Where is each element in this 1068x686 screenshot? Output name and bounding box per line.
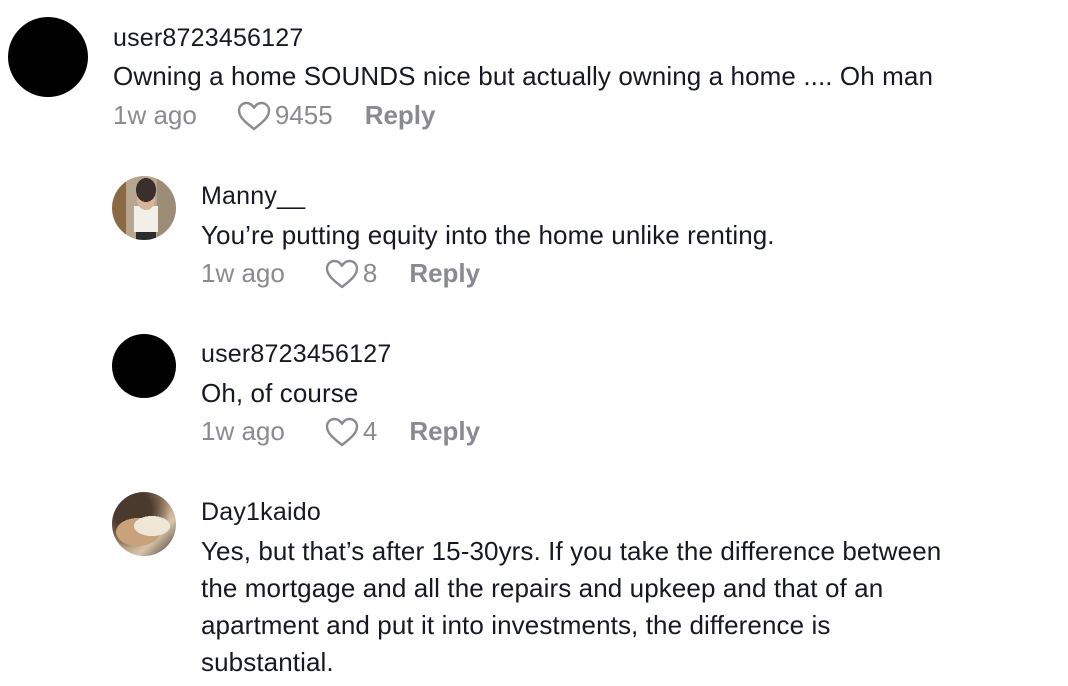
like-count: 4 [362,416,378,446]
comment-text: Oh, of course [201,378,359,408]
comment-text-line: the mortgage and all the repairs and upk… [201,573,884,603]
avatar[interactable] [112,176,176,240]
comment-time: 1w ago [201,258,285,288]
comment-meta: 1w ago 8 Reply [201,258,480,289]
comment-username[interactable]: user8723456127 [201,340,391,369]
comment-username[interactable]: Day1kaido [201,498,321,527]
avatar[interactable] [8,17,88,97]
heart-outline-icon [325,259,359,288]
comment-time: 1w ago [201,416,285,446]
comment-meta: 1w ago 9455 Reply [113,100,436,131]
comment-username[interactable]: Manny__ [201,182,305,211]
reply-button[interactable]: Reply [365,100,436,131]
comment-username[interactable]: user8723456127 [113,24,303,53]
like-button[interactable]: 4 [325,416,377,447]
comment-text-line: Yes, but that’s after 15-30yrs. If you t… [201,536,942,566]
comment-text-line: substantial. [201,647,334,677]
like-button[interactable]: 9455 [237,100,333,131]
comment-text: Yes, but that’s after 15-30yrs. If you t… [201,533,941,681]
comment-time: 1w ago [113,100,197,130]
comment-text: Owning a home SOUNDS nice but actually o… [113,61,934,91]
reply-button[interactable]: Reply [409,416,480,447]
like-count: 9455 [274,100,333,130]
comment-text-line: apartment and put it into investments, t… [201,610,831,640]
heart-outline-icon [325,417,359,446]
like-count: 8 [362,258,378,288]
avatar[interactable] [112,492,176,556]
comment-text: You’re putting equity into the home unli… [201,220,775,250]
avatar[interactable] [112,334,176,398]
heart-outline-icon [237,101,271,130]
reply-button[interactable]: Reply [409,258,480,289]
comment-meta: 1w ago 4 Reply [201,416,480,447]
like-button[interactable]: 8 [325,258,377,289]
